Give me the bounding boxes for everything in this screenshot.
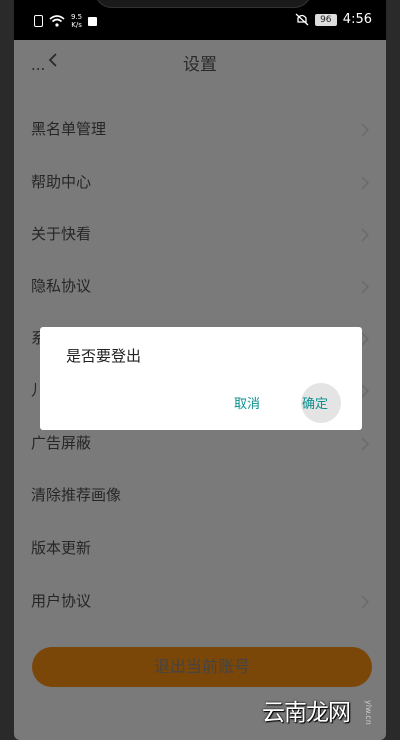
chevron-right-icon (361, 228, 370, 242)
settings-item-label: ... (31, 56, 46, 74)
chevron-right-icon (361, 595, 370, 609)
settings-item-blacklist[interactable]: 黑名单管理 (14, 104, 386, 156)
settings-item-label: 广告屏蔽 (31, 434, 92, 452)
mute-bell-icon (295, 13, 309, 26)
chevron-right-icon (361, 280, 370, 294)
wifi-icon (49, 15, 65, 27)
watermark-logo: 云南龙网 (262, 700, 351, 726)
settings-item-help-center[interactable]: 帮助中心 (14, 157, 386, 209)
settings-item-about[interactable]: 关于快看 (14, 209, 386, 261)
settings-item-label: 隐私协议 (31, 277, 92, 295)
settings-item-privacy[interactable]: 隐私协议 (14, 261, 386, 313)
logout-button[interactable]: 退出当前账号 (32, 647, 372, 687)
chevron-right-icon (361, 437, 370, 451)
phone-screen: 9.5 K/s 96 4:56 设置 ... 黑名单管理 帮助中心 关于快看 隐… (14, 0, 386, 740)
sim-card-icon (34, 15, 43, 27)
settings-item-label: 黑名单管理 (31, 120, 107, 138)
settings-item-label: 帮助中心 (31, 173, 92, 191)
network-speed: 9.5 K/s (71, 13, 83, 29)
settings-item-version-update[interactable]: 版本更新 (14, 523, 386, 575)
settings-item-user-agreement[interactable]: 用户协议 (14, 576, 386, 628)
camera-notch (94, 0, 312, 8)
status-time: 4:56 (342, 12, 372, 27)
watermark-sub: ylw.cn (364, 700, 373, 725)
cancel-button[interactable]: 取消 (234, 393, 260, 412)
settings-item-label: 版本更新 (31, 539, 92, 557)
settings-item-label: 关于快看 (31, 225, 92, 243)
status-bar: 9.5 K/s 96 4:56 (14, 0, 386, 40)
settings-item-label: 清除推荐画像 (31, 486, 122, 504)
chevron-right-icon (361, 123, 370, 137)
settings-item-clear-profile[interactable]: 清除推荐画像 (14, 470, 386, 522)
battery-indicator: 96 (314, 13, 337, 26)
chevron-right-icon (361, 176, 370, 190)
settings-item-label: 用户协议 (31, 592, 92, 610)
dialog-message: 是否要登出 (66, 347, 142, 365)
confirm-button[interactable]: 确定 (302, 393, 328, 412)
notification-app-icon (88, 16, 98, 26)
logout-confirm-dialog: 是否要登出 取消 确定 (40, 327, 362, 430)
settings-item-partial-top[interactable]: ... (14, 56, 386, 82)
